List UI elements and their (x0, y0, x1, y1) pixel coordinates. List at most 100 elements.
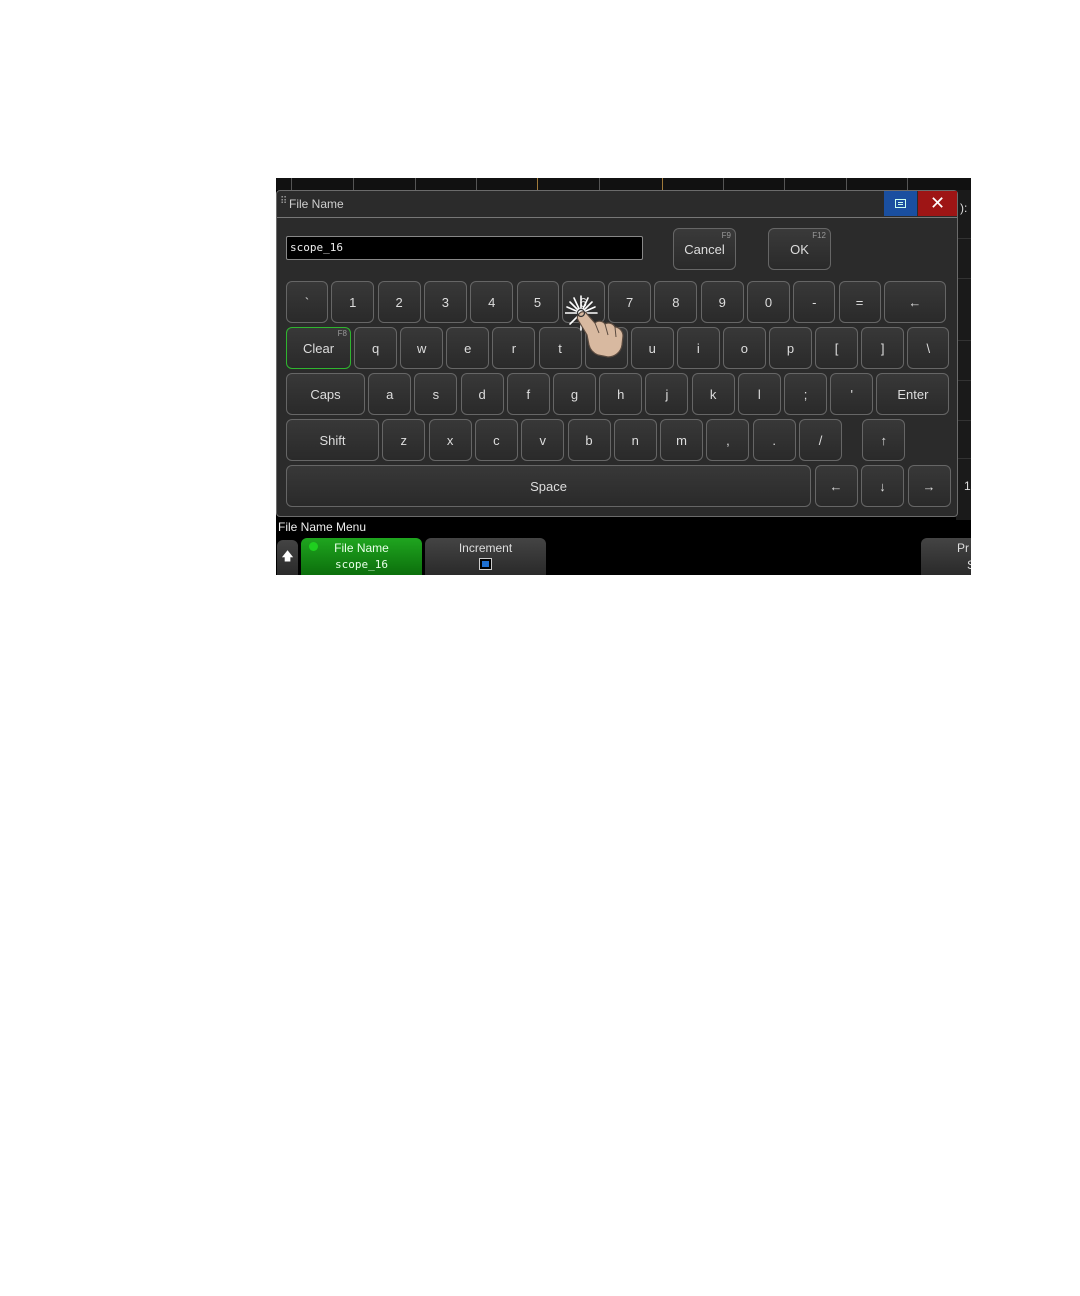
key-cursor-left[interactable]: ← (814, 465, 858, 507)
key-label: 4 (488, 294, 496, 310)
key-label: x (446, 432, 454, 448)
key-h[interactable]: h (599, 373, 643, 415)
dialog-menu-button[interactable] (884, 191, 917, 216)
key-n[interactable]: n (613, 419, 657, 461)
key-b[interactable]: b (567, 419, 611, 461)
key-e[interactable]: e (446, 327, 490, 369)
dialog-titlebar[interactable]: ⠿ File Name ✕ (277, 191, 957, 218)
key-label: a (386, 386, 394, 402)
key-comma[interactable]: , (706, 419, 750, 461)
menu-title: File Name Menu (278, 520, 367, 534)
key-0[interactable]: 0 (747, 281, 790, 323)
key-5[interactable]: 5 (516, 281, 559, 323)
key-p[interactable]: p (769, 327, 812, 369)
key-4[interactable]: 4 (470, 281, 514, 323)
key-s[interactable]: s (414, 373, 458, 415)
drag-grip-icon[interactable]: ⠿ (280, 196, 287, 207)
right-panel-text: 1 (964, 479, 971, 493)
key-j[interactable]: j (645, 373, 689, 415)
key-z[interactable]: z (382, 419, 426, 461)
key-k[interactable]: k (691, 373, 735, 415)
ok-button[interactable]: F12 OK (768, 228, 831, 270)
key-label: Clear (302, 340, 335, 356)
key-backspace[interactable]: ← (883, 281, 946, 323)
key-backslash[interactable]: \ (907, 327, 950, 369)
key-l[interactable]: l (737, 373, 781, 415)
key-y[interactable]: y (584, 327, 628, 369)
key-caps[interactable]: Caps (286, 373, 365, 415)
key-m[interactable]: m (660, 419, 704, 461)
key-c[interactable]: c (474, 419, 518, 461)
key-8[interactable]: 8 (654, 281, 698, 323)
clear-fkey: F8 (337, 329, 347, 338)
partial-softkey[interactable]: Pr S (921, 538, 971, 575)
key-2[interactable]: 2 (377, 281, 421, 323)
key-label: - (812, 294, 817, 310)
close-button[interactable]: ✕ (918, 191, 957, 216)
key-i[interactable]: i (676, 327, 720, 369)
key-w[interactable]: w (400, 327, 444, 369)
key-r[interactable]: r (492, 327, 536, 369)
increment-checkbox[interactable] (479, 558, 492, 570)
key-d[interactable]: d (460, 373, 504, 415)
right-panel (956, 190, 971, 520)
key-g[interactable]: g (553, 373, 596, 415)
key-left-bracket[interactable]: [ (815, 327, 859, 369)
key-label: 7 (625, 294, 634, 310)
key-slash[interactable]: / (799, 419, 842, 461)
key-label: 2 (395, 294, 403, 310)
dialog-title: File Name (289, 197, 344, 211)
key-minus[interactable]: - (793, 281, 836, 323)
key-a[interactable]: a (368, 373, 412, 415)
key-down-arrow[interactable]: ↓ (861, 465, 904, 507)
filename-input[interactable]: scope_16 (286, 236, 643, 260)
key-label: [ (834, 340, 839, 356)
key-equals[interactable]: = (838, 281, 881, 323)
key-label: ↓ (879, 478, 886, 494)
key-label: = (855, 294, 864, 310)
increment-softkey[interactable]: Increment (425, 538, 546, 575)
key-3[interactable]: 3 (423, 281, 467, 323)
cancel-button[interactable]: F9 Cancel (673, 228, 736, 270)
key-label: 9 (718, 294, 726, 310)
key-up-arrow[interactable]: ↑ (862, 419, 906, 461)
key-label: t (558, 340, 562, 356)
key-q[interactable]: q (354, 327, 398, 369)
key-label: ` (304, 294, 310, 310)
key-9[interactable]: 9 (700, 281, 744, 323)
key-right-bracket[interactable]: ] (861, 327, 905, 369)
file-name-softkey[interactable]: File Name scope_16 (301, 538, 422, 575)
key-label: s (432, 386, 440, 402)
key-u[interactable]: u (630, 327, 674, 369)
key-label: n (631, 432, 639, 448)
key-label: d (478, 386, 486, 402)
key-x[interactable]: x (428, 419, 472, 461)
key-label: 3 (441, 294, 449, 310)
key-enter[interactable]: Enter (876, 373, 950, 415)
key-backtick[interactable]: ` (286, 281, 328, 323)
key-f[interactable]: f (506, 373, 550, 415)
key-right-arrow[interactable]: → (907, 465, 951, 507)
key-shift[interactable]: Shift (286, 419, 379, 461)
key-period[interactable]: . (752, 419, 796, 461)
key-6[interactable]: 6 (561, 281, 605, 323)
key-t[interactable]: t (538, 327, 582, 369)
key-label: q (371, 340, 380, 356)
file-name-dialog: ⠿ File Name ✕ scope_16 F9 Cancel F12 OK … (276, 190, 958, 517)
key-space[interactable]: Space (286, 465, 811, 507)
key-label: p (786, 340, 795, 356)
key-quote[interactable]: ' (830, 373, 874, 415)
key-v[interactable]: v (521, 419, 565, 461)
key-label: Shift (319, 432, 346, 448)
key-semicolon[interactable]: ; (784, 373, 827, 415)
key-o[interactable]: o (722, 327, 766, 369)
menu-up-button[interactable]: 🡅 (277, 540, 298, 575)
key-7[interactable]: 7 (608, 281, 652, 323)
key-label: \ (926, 340, 931, 356)
cancel-fkey: F9 (721, 231, 731, 240)
key-clear[interactable]: F8 Clear (286, 327, 351, 369)
key-label: , (726, 432, 730, 448)
key-label: y (602, 340, 610, 356)
file-name-softkey-value: scope_16 (335, 558, 388, 571)
key-1[interactable]: 1 (331, 281, 375, 323)
